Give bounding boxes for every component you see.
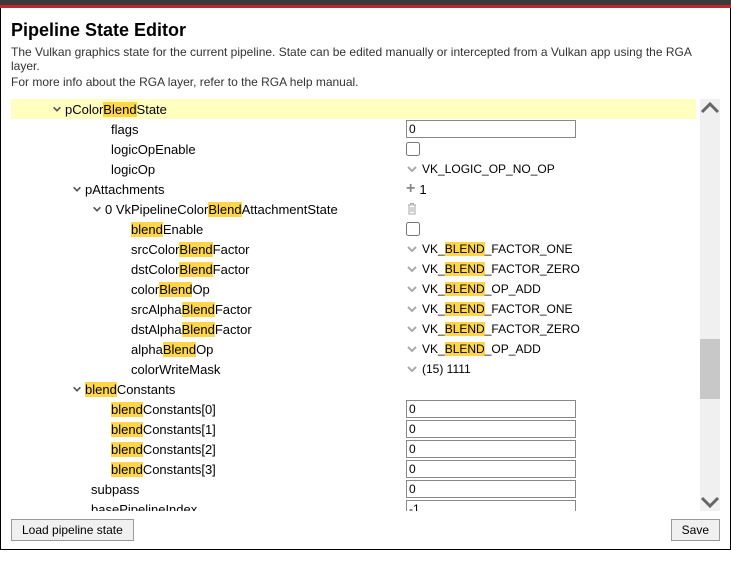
property-label: blendConstants[3] xyxy=(111,462,216,477)
editor-panel: Pipeline State Editor The Vulkan graphic… xyxy=(0,8,731,550)
page-desc-2: For more info about the RGA layer, refer… xyxy=(11,75,720,89)
property-label: srcColorBlendFactor xyxy=(131,242,250,257)
scroll-down-arrow[interactable] xyxy=(700,493,720,511)
value-input[interactable] xyxy=(406,500,576,511)
dropdown-value[interactable]: VK_LOGIC_OP_NO_OP xyxy=(422,162,555,176)
dropdown-chevron-icon[interactable] xyxy=(406,323,418,335)
property-label: pColorBlendState xyxy=(65,102,167,117)
scroll-up-arrow[interactable] xyxy=(700,99,720,117)
vertical-scrollbar[interactable] xyxy=(700,99,720,511)
value-input[interactable] xyxy=(406,460,576,478)
property-label: colorWriteMask xyxy=(131,362,220,377)
tree-container: pColorBlendState flags logicOpEnable logicO… xyxy=(11,99,720,511)
expand-chevron-icon[interactable] xyxy=(91,204,103,214)
tree-row: blendEnable xyxy=(11,219,696,239)
expand-chevron-icon[interactable] xyxy=(71,184,83,194)
property-label: 0 VkPipelineColorBlendAttachmentState xyxy=(105,202,338,217)
dropdown-chevron-icon[interactable] xyxy=(406,163,418,175)
item-count: 1 xyxy=(419,182,426,197)
value-input[interactable] xyxy=(406,120,576,138)
property-label: logicOp xyxy=(111,162,155,177)
property-label: blendConstants xyxy=(85,382,175,397)
tree-row: colorWriteMask (15) 1111 xyxy=(11,359,696,379)
tree-row: pColorBlendState xyxy=(11,99,696,119)
dropdown-chevron-icon[interactable] xyxy=(406,303,418,315)
add-item-icon[interactable]: + xyxy=(406,183,415,195)
property-label: blendConstants[1] xyxy=(111,422,216,437)
page-title: Pipeline State Editor xyxy=(11,20,720,41)
value-input[interactable] xyxy=(406,440,576,458)
tree-row: blendConstants xyxy=(11,379,696,399)
value-input[interactable] xyxy=(406,400,576,418)
footer-bar: Load pipeline state Save xyxy=(11,519,720,541)
dropdown-chevron-icon[interactable] xyxy=(406,283,418,295)
dropdown-value[interactable]: VK_BLEND_FACTOR_ZERO xyxy=(422,322,580,336)
property-label: dstAlphaBlendFactor xyxy=(131,322,252,337)
value-input[interactable] xyxy=(406,420,576,438)
value-checkbox[interactable] xyxy=(406,142,420,156)
tree-row: logicOp VK_LOGIC_OP_NO_OP xyxy=(11,159,696,179)
property-label: subpass xyxy=(91,482,139,497)
property-label: srcAlphaBlendFactor xyxy=(131,302,252,317)
tree-row: srcColorBlendFactor VK_BLEND_FACTOR_ONE xyxy=(11,239,696,259)
tree-row: colorBlendOp VK_BLEND_OP_ADD xyxy=(11,279,696,299)
dropdown-value[interactable]: VK_BLEND_OP_ADD xyxy=(422,282,541,296)
dropdown-value[interactable]: VK_BLEND_FACTOR_ONE xyxy=(422,242,573,256)
tree-row: blendConstants[0] xyxy=(11,399,696,419)
dropdown-chevron-icon[interactable] xyxy=(406,363,418,375)
property-tree: pColorBlendState flags logicOpEnable logicO… xyxy=(11,99,720,511)
app-titlebar xyxy=(0,0,731,8)
page-desc-1: The Vulkan graphics state for the curren… xyxy=(11,45,720,73)
load-pipeline-button[interactable]: Load pipeline state xyxy=(11,519,134,541)
tree-row: srcAlphaBlendFactor VK_BLEND_FACTOR_ONE xyxy=(11,299,696,319)
property-label: blendConstants[2] xyxy=(111,442,216,457)
scrollbar-thumb[interactable] xyxy=(700,339,720,399)
tree-row: logicOpEnable xyxy=(11,139,696,159)
property-label: blendEnable xyxy=(131,222,203,237)
tree-row: alphaBlendOp VK_BLEND_OP_ADD xyxy=(11,339,696,359)
tree-row: blendConstants[2] xyxy=(11,439,696,459)
expand-chevron-icon[interactable] xyxy=(51,104,63,114)
dropdown-chevron-icon[interactable] xyxy=(406,243,418,255)
dropdown-value[interactable]: VK_BLEND_FACTOR_ZERO xyxy=(422,262,580,276)
property-label: basePipelineIndex xyxy=(91,502,197,512)
dropdown-chevron-icon[interactable] xyxy=(406,263,418,275)
tree-row: dstAlphaBlendFactor VK_BLEND_FACTOR_ZERO xyxy=(11,319,696,339)
dropdown-value[interactable]: (15) 1111 xyxy=(422,362,471,376)
property-label: flags xyxy=(111,122,138,137)
property-label: blendConstants[0] xyxy=(111,402,216,417)
value-checkbox[interactable] xyxy=(406,222,420,236)
value-input[interactable] xyxy=(406,480,576,498)
property-label: alphaBlendOp xyxy=(131,342,213,357)
dropdown-value[interactable]: VK_BLEND_OP_ADD xyxy=(422,342,541,356)
tree-row: blendConstants[3] xyxy=(11,459,696,479)
property-label: dstColorBlendFactor xyxy=(131,262,250,277)
tree-row: flags xyxy=(11,119,696,139)
dropdown-value[interactable]: VK_BLEND_FACTOR_ONE xyxy=(422,302,573,316)
delete-item-icon[interactable] xyxy=(406,202,418,216)
tree-row: dstColorBlendFactor VK_BLEND_FACTOR_ZERO xyxy=(11,259,696,279)
dropdown-chevron-icon[interactable] xyxy=(406,343,418,355)
tree-row: basePipelineIndex xyxy=(11,499,696,511)
tree-row: blendConstants[1] xyxy=(11,419,696,439)
save-button[interactable]: Save xyxy=(671,519,720,541)
tree-row: pAttachments +1 xyxy=(11,179,696,199)
tree-row: 0 VkPipelineColorBlendAttachmentState xyxy=(11,199,696,219)
tree-row: subpass xyxy=(11,479,696,499)
property-label: colorBlendOp xyxy=(131,282,210,297)
expand-chevron-icon[interactable] xyxy=(71,384,83,394)
property-label: pAttachments xyxy=(85,182,165,197)
property-label: logicOpEnable xyxy=(111,142,196,157)
